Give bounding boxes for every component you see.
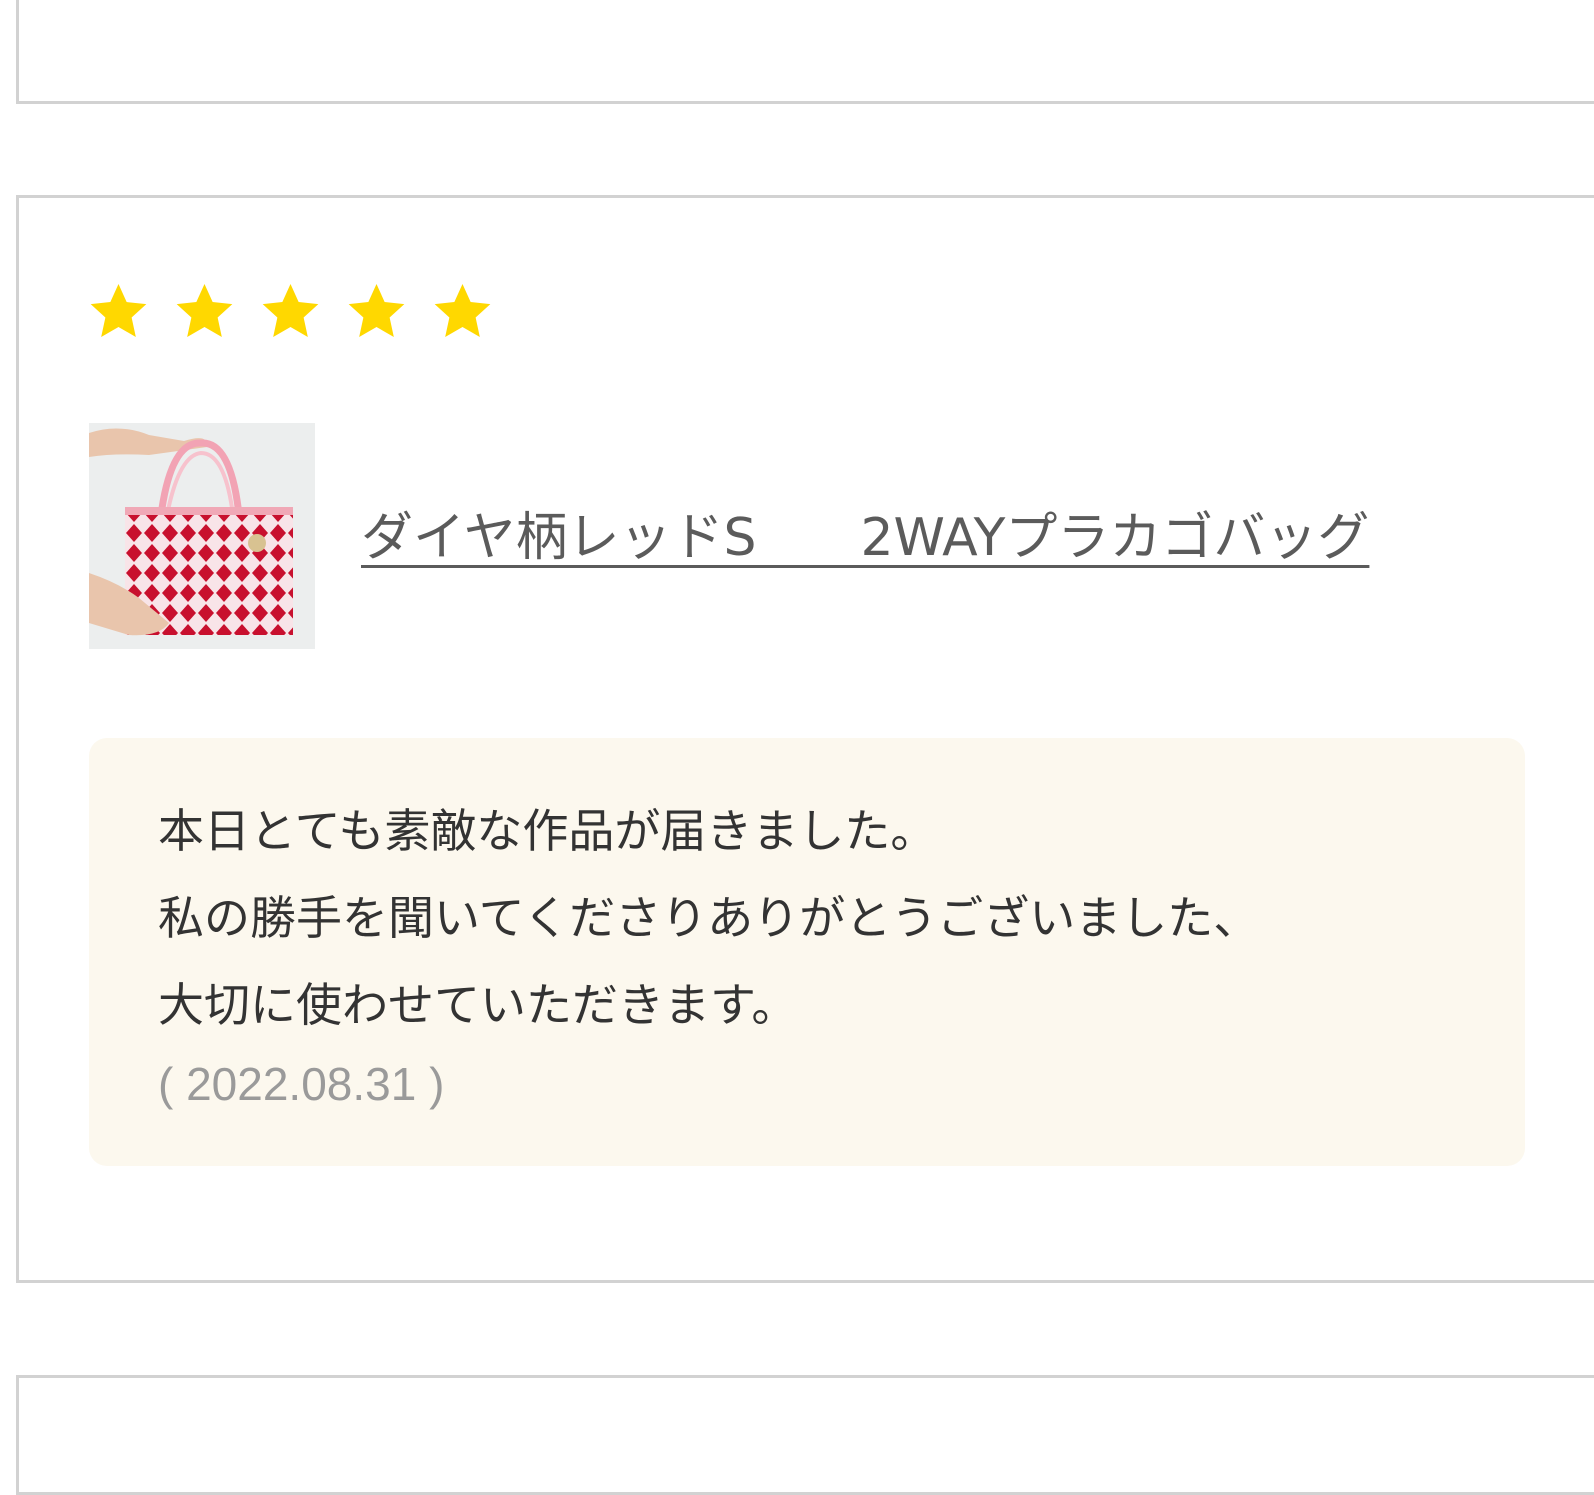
- product-row: ダイヤ柄レッドS 2WAYプラカゴバッグ: [89, 423, 1369, 649]
- previous-review-card: [16, 0, 1594, 104]
- star-icon: [90, 283, 147, 337]
- review-text-line-1: 本日とても素敵な作品が届きました。: [158, 804, 937, 858]
- star-rating: [87, 280, 494, 343]
- review-text-line-2: 私の勝手を聞いてくださりありがとうございました、: [158, 891, 1260, 945]
- review-card: ダイヤ柄レッドS 2WAYプラカゴバッグ 本日とても素敵な作品が届きました。 私…: [16, 195, 1594, 1283]
- review-comment-box: 本日とても素敵な作品が届きました。 私の勝手を聞いてくださりありがとうございまし…: [89, 738, 1525, 1166]
- next-review-card: [16, 1375, 1594, 1495]
- product-thumbnail[interactable]: [89, 423, 315, 649]
- star-icon: [434, 283, 491, 337]
- review-date: ( 2022.08.31 ): [158, 1058, 445, 1110]
- star-icon: [348, 283, 405, 337]
- product-link[interactable]: ダイヤ柄レッドS 2WAYプラカゴバッグ: [361, 495, 1369, 570]
- review-text-line-3: 大切に使わせていただきます。: [158, 978, 798, 1032]
- star-icon: [176, 283, 233, 337]
- star-icon: [262, 283, 319, 337]
